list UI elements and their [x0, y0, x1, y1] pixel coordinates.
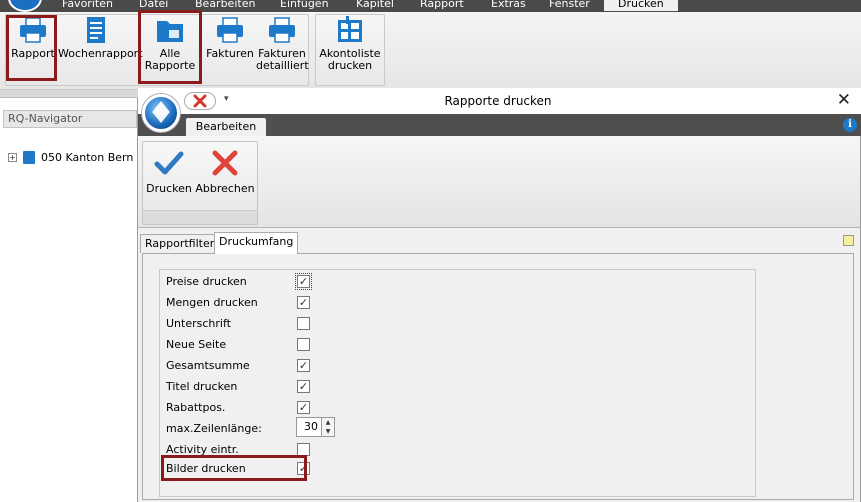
option-row: Neue Seite: [166, 335, 310, 353]
tab-kapitel[interactable]: Kapitel: [356, 0, 394, 11]
fakturen-button[interactable]: Fakturen: [205, 16, 255, 60]
tree-expand-icon[interactable]: +: [8, 153, 17, 162]
option-label: Mengen drucken: [166, 295, 258, 309]
option-row: Unterschrift: [166, 314, 310, 332]
wochenrapport-label: Wochenrapport: [58, 47, 143, 60]
dialog-ribbon: Drucken Abbrechen: [138, 136, 861, 228]
cancel-x-icon: [212, 150, 238, 176]
options-group: Preise drucken ✓ Mengen drucken ✓ Unters…: [159, 269, 756, 497]
dialog-titlebar: Rapporte drucken ✕: [138, 88, 861, 114]
option-label: Gesamtsumme: [166, 358, 250, 372]
abbrechen-button[interactable]: Abbrechen: [195, 148, 255, 195]
gesamtsumme-checkbox[interactable]: ✓: [297, 359, 310, 372]
dialog-body: Rapportfilter Druckumfang Preise drucken…: [138, 228, 861, 502]
option-row: max.Zeilenlänge: 30 ▲ ▼: [166, 417, 335, 437]
printer-icon: [217, 17, 243, 43]
navigator-pane: RQ-Navigator + 050 Kanton Bern: [0, 98, 138, 502]
tab-bearbeiten[interactable]: Bearbeiten: [186, 118, 266, 136]
option-label: Bilder drucken: [166, 461, 246, 475]
navigator-title: RQ-Navigator: [3, 110, 137, 128]
red-x-icon: [193, 94, 207, 108]
unterschrift-checkbox[interactable]: [297, 317, 310, 330]
tab-datei[interactable]: Datei: [139, 0, 168, 11]
rapport-button[interactable]: Rapport: [10, 16, 56, 60]
wochenrapport-button[interactable]: Wochenrapport: [58, 16, 143, 60]
drucken-button[interactable]: Drucken: [146, 148, 192, 195]
option-row: Bilder drucken ✓: [166, 459, 310, 477]
checkmark-icon: [154, 151, 184, 175]
activity-eintr-checkbox[interactable]: [297, 443, 310, 456]
option-row: Gesamtsumme ✓: [166, 356, 310, 374]
panel-pin-icon[interactable]: [843, 235, 854, 246]
main-ribbon: Rapport Wochenrapport Alle Rapporte Fakt…: [0, 10, 861, 90]
akontoliste-label-2: drucken: [327, 59, 373, 72]
close-icon[interactable]: ✕: [837, 91, 851, 109]
tab-fenster[interactable]: Fenster: [549, 0, 590, 11]
titel-drucken-checkbox[interactable]: ✓: [297, 380, 310, 393]
option-row: Activity eintr.: [166, 440, 310, 458]
calculator-icon: [338, 16, 362, 42]
qat-dropdown-icon[interactable]: ▾: [224, 94, 229, 104]
option-label: Preise drucken: [166, 274, 247, 288]
zeilenlaenge-value[interactable]: 30: [296, 417, 322, 437]
tab-drucken[interactable]: Drucken: [604, 0, 678, 11]
tab-rapport[interactable]: Rapport: [420, 0, 464, 11]
fakturen-label: Fakturen: [206, 47, 254, 60]
option-label: max.Zeilenlänge:: [166, 421, 262, 435]
printer-icon: [269, 17, 295, 43]
navigator-strip: [0, 90, 138, 98]
print-dialog: Rapporte drucken ✕ ▾ Bearbeiten i Drucke…: [138, 88, 861, 502]
qat-cancel-button[interactable]: [184, 92, 216, 110]
book-icon: [23, 151, 35, 164]
zeilenlaenge-stepper[interactable]: 30 ▲ ▼: [296, 417, 335, 437]
bilder-drucken-checkbox[interactable]: ✓: [297, 462, 310, 475]
dialog-tab-strip: Bearbeiten i: [138, 114, 861, 136]
info-icon[interactable]: i: [843, 118, 857, 132]
stepper-arrows-icon[interactable]: ▲ ▼: [322, 417, 335, 437]
document-list-icon: [87, 17, 105, 43]
abbrechen-label: Abbrechen: [195, 182, 255, 195]
tab-druckumfang[interactable]: Druckumfang: [214, 232, 299, 254]
group-footer: [143, 210, 257, 224]
mengen-drucken-checkbox[interactable]: ✓: [297, 296, 310, 309]
druckumfang-panel: Preise drucken ✓ Mengen drucken ✓ Unters…: [142, 253, 854, 500]
rabattpos-checkbox[interactable]: ✓: [297, 401, 310, 414]
tab-einfuegen[interactable]: Einfügen: [280, 0, 329, 11]
option-row: Preise drucken ✓: [166, 272, 312, 290]
dialog-title: Rapporte drucken: [444, 94, 552, 108]
tree-item[interactable]: + 050 Kanton Bern: [8, 151, 133, 164]
tab-favoriten[interactable]: Favoriten: [62, 0, 113, 11]
rapport-label: Rapport: [11, 47, 55, 60]
dialog-ribbon-group: Drucken Abbrechen: [142, 141, 258, 225]
option-row: Titel drucken ✓: [166, 377, 310, 395]
app-orb-icon[interactable]: [142, 94, 180, 132]
tab-extras[interactable]: Extras: [491, 0, 526, 11]
printer-icon: [20, 17, 46, 43]
tab-bearbeiten[interactable]: Bearbeiten: [195, 0, 255, 11]
folder-icon: [157, 21, 183, 42]
option-label: Unterschrift: [166, 316, 231, 330]
option-label: Titel drucken: [166, 379, 238, 393]
fakturen-detailliert-label-2: detailliert: [256, 59, 309, 72]
tab-rapportfilter[interactable]: Rapportfilter: [140, 234, 220, 253]
fakturen-detailliert-button[interactable]: Fakturen detailliert: [256, 16, 309, 72]
app-orb-icon[interactable]: [8, 0, 42, 12]
alle-rapporte-button[interactable]: Alle Rapporte: [140, 16, 200, 72]
akontoliste-drucken-button[interactable]: Akontoliste drucken: [318, 16, 382, 72]
option-row: Rabattpos. ✓: [166, 398, 310, 416]
option-label: Neue Seite: [166, 337, 227, 351]
alle-rapporte-label-2: Rapporte: [144, 59, 196, 72]
neue-seite-checkbox[interactable]: [297, 338, 310, 351]
drucken-label: Drucken: [146, 182, 192, 195]
option-row: Mengen drucken ✓: [166, 293, 310, 311]
option-label: Activity eintr.: [166, 442, 239, 456]
tree-item-label: 050 Kanton Bern: [41, 151, 134, 164]
menu-bar: Favoriten Datei Bearbeiten Einfügen Kapi…: [0, 0, 861, 12]
option-label: Rabattpos.: [166, 400, 226, 414]
preise-drucken-checkbox[interactable]: ✓: [295, 273, 312, 290]
